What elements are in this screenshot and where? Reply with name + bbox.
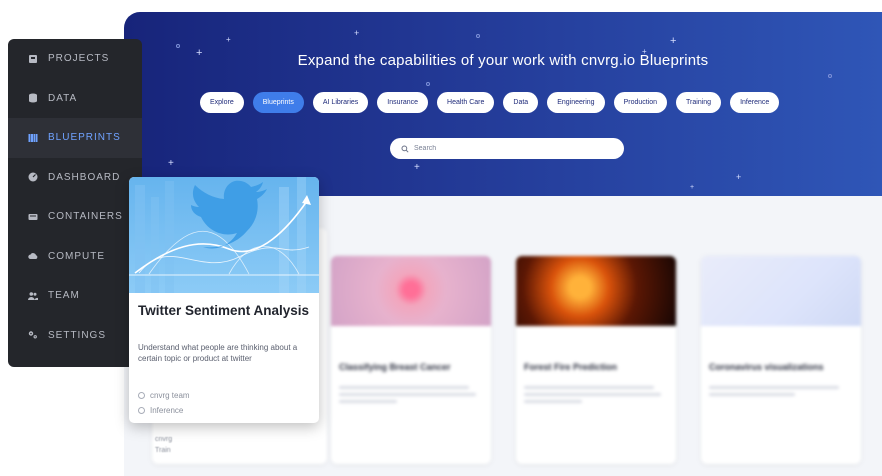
card-tag-label: Inference (150, 406, 184, 415)
sidebar-item-label: TEAM (48, 290, 80, 302)
dot-decoration (426, 82, 430, 86)
card-description (709, 386, 853, 396)
card-author: cnvrg team (138, 391, 190, 400)
chip-data[interactable]: Data (503, 92, 539, 113)
star-decoration: + (736, 172, 742, 182)
user-icon (138, 392, 145, 399)
twitter-bird-icon (129, 177, 319, 293)
category-chips: Explore Blueprints AI Libraries Insuranc… (200, 92, 780, 113)
sidebar-item-compute[interactable]: COMPUTE (8, 237, 142, 277)
card-title: Classifying Breast Cancer (339, 362, 451, 372)
hero-title: Expand the capabilities of your work wit… (297, 52, 709, 69)
inference-icon (138, 407, 145, 414)
card-image (701, 256, 861, 326)
blueprint-card[interactable]: Classifying Breast Cancer (331, 256, 491, 464)
blueprint-card[interactable]: Coronavirus visualizations (701, 256, 861, 464)
card-image (331, 256, 491, 326)
card-title: Forest Fire Prediction (524, 362, 618, 372)
sidebar-item-label: PROJECTS (48, 53, 110, 65)
star-decoration: + (226, 35, 231, 44)
partial-card-author: cnvrg (155, 436, 173, 443)
blueprints-icon (28, 133, 38, 143)
star-decoration: + (168, 158, 174, 169)
dashboard-icon (28, 172, 38, 182)
search-icon (401, 144, 409, 153)
chip-production[interactable]: Production (613, 92, 668, 113)
card-image (516, 256, 676, 326)
sidebar-item-label: CONTAINERS (48, 211, 123, 223)
partial-card-tag: Train (155, 447, 171, 454)
chip-blueprints[interactable]: Blueprints (252, 92, 304, 113)
star-decoration: + (690, 184, 695, 191)
sidebar-item-data[interactable]: DATA (8, 79, 142, 119)
sidebar-item-label: SETTINGS (48, 329, 107, 341)
chip-engineering[interactable]: Engineering (547, 92, 605, 113)
sidebar-item-label: COMPUTE (48, 250, 105, 262)
sidebar-item-settings[interactable]: SETTINGS (8, 316, 142, 356)
dot-decoration (476, 34, 480, 38)
star-decoration: + (670, 35, 677, 47)
chip-explore[interactable]: Explore (200, 92, 244, 113)
dot-decoration (176, 44, 180, 48)
chip-health-care[interactable]: Health Care (437, 92, 495, 113)
star-decoration: + (414, 162, 420, 173)
search-bar[interactable] (390, 138, 624, 159)
sidebar-item-team[interactable]: TEAM (8, 276, 142, 316)
sidebar-item-containers[interactable]: CONTAINERS (8, 197, 142, 237)
card-author-name: cnvrg team (150, 391, 190, 400)
chip-training[interactable]: Training (676, 92, 722, 113)
sidebar-item-blueprints[interactable]: BLUEPRINTS (8, 118, 142, 158)
dot-decoration (828, 74, 832, 78)
card-title: Twitter Sentiment Analysis (138, 303, 310, 318)
compute-icon (28, 251, 38, 261)
featured-blueprint-card[interactable]: Twitter Sentiment Analysis Understand wh… (129, 177, 319, 423)
containers-icon (28, 212, 38, 222)
hero-banner: + + + + + + + + + Expand the capabilitie… (124, 12, 882, 196)
blueprint-card[interactable]: Forest Fire Prediction (516, 256, 676, 464)
chip-inference[interactable]: Inference (730, 92, 780, 113)
card-description: Understand what people are thinking abou… (138, 343, 298, 363)
search-input[interactable] (414, 145, 604, 152)
data-icon (28, 93, 38, 103)
card-description (339, 386, 483, 403)
sidebar-item-label: BLUEPRINTS (48, 132, 121, 144)
sidebar-item-label: DATA (48, 92, 78, 104)
settings-icon (28, 330, 38, 340)
team-icon (28, 291, 38, 301)
sidebar-item-label: DASHBOARD (48, 171, 121, 183)
card-description (524, 386, 668, 403)
star-decoration: + (354, 28, 360, 38)
card-image (129, 177, 319, 293)
projects-icon (28, 54, 38, 64)
card-title: Coronavirus visualizations (709, 362, 824, 372)
sidebar: PROJECTS DATA BLUEPRINTS DASHBOARD CONTA… (8, 39, 142, 367)
chip-insurance[interactable]: Insurance (377, 92, 429, 113)
screen: + + + + + + + + + Expand the capabilitie… (0, 0, 882, 476)
partial-card-meta: cnvrg Train (155, 434, 172, 456)
sidebar-item-projects[interactable]: PROJECTS (8, 39, 142, 79)
card-tag: Inference (138, 406, 183, 415)
chip-ai-libraries[interactable]: AI Libraries (312, 92, 369, 113)
sidebar-item-dashboard[interactable]: DASHBOARD (8, 158, 142, 198)
